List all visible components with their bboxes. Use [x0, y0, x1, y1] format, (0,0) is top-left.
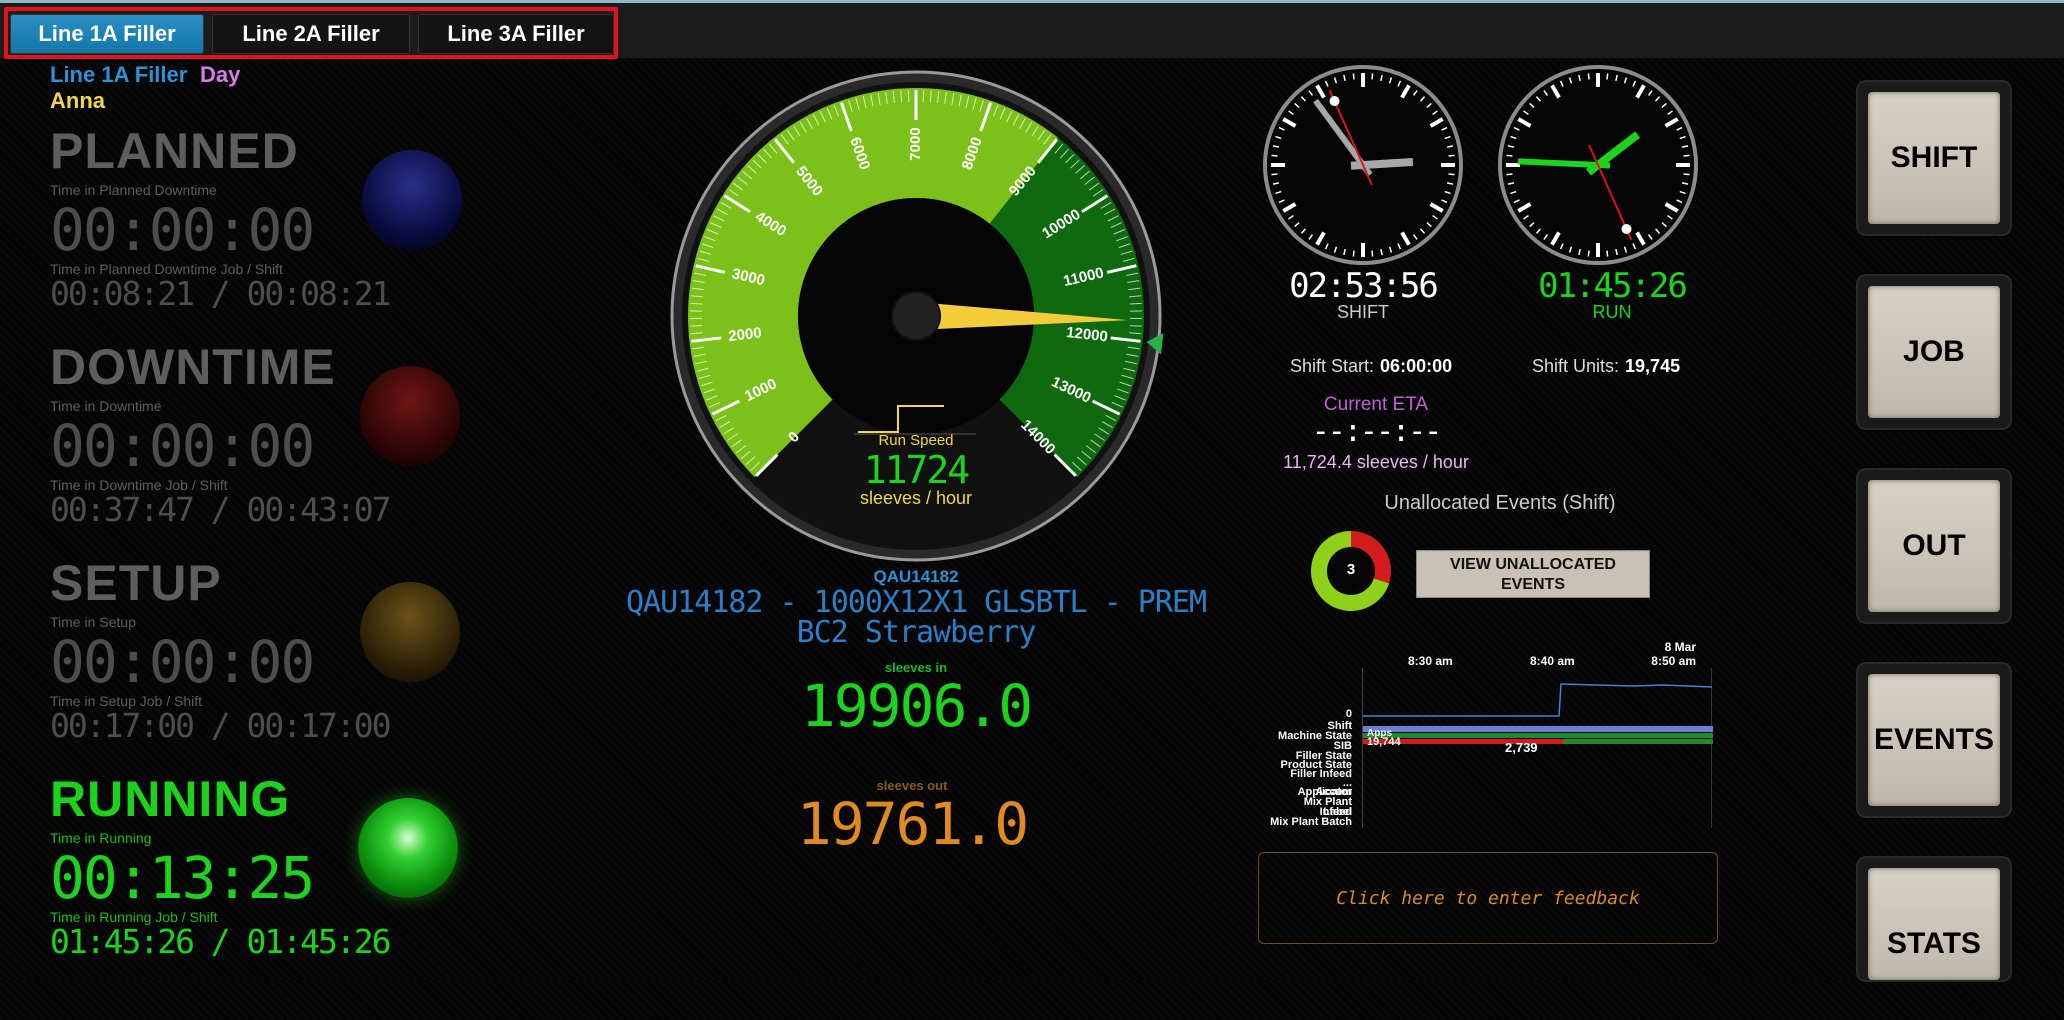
state-job-time: 00:17:00 / 00:17:00 [50, 706, 390, 745]
run-clock-time: 01:45:26 [1502, 266, 1722, 306]
events-button[interactable]: EVENTS [1858, 664, 2010, 816]
state-title: PLANNED [50, 122, 299, 180]
feedback-input[interactable]: Click here to enter feedback [1258, 852, 1718, 944]
state-job-time: 00:08:21 / 00:08:21 [50, 274, 390, 313]
run-clock [1495, 62, 1701, 268]
shift-clock-label: SHIFT [1253, 302, 1473, 323]
timeline-time: 8 Mar 8:50 am [1638, 640, 1696, 668]
planned-led [362, 150, 462, 250]
tab-line-3a[interactable]: Line 3A Filler [418, 14, 614, 54]
sleeves-out-value: 19761.0 [662, 790, 1162, 858]
state-title: RUNNING [50, 770, 290, 828]
downtime-led [360, 366, 460, 466]
tab-line-1a[interactable]: Line 1A Filler [10, 14, 204, 54]
shift-start-value: 06:00:00 [1380, 356, 1452, 376]
out-button[interactable]: OUT [1858, 470, 2010, 622]
view-unallocated-button[interactable]: VIEW UNALLOCATED EVENTS [1416, 550, 1650, 598]
operator-name: Anna [50, 88, 105, 114]
shift-start-label: Shift Start: [1290, 356, 1374, 376]
tab-line-2a[interactable]: Line 2A Filler [212, 14, 410, 54]
out-button-label: OUT [1868, 480, 2000, 612]
job-code: QAU14182 [616, 567, 1216, 587]
state-title: SETUP [50, 554, 222, 612]
timeline-lines [1363, 668, 1713, 828]
shift-clock [1260, 62, 1466, 268]
shift-units-label: Shift Units: [1532, 356, 1619, 376]
sleeves-in-value: 19906.0 [666, 672, 1166, 740]
eta-label: Current ETA [1226, 394, 1526, 416]
shift-button[interactable]: SHIFT [1858, 82, 2010, 234]
job-button[interactable]: JOB [1858, 276, 2010, 428]
shift-units-value: 19,745 [1625, 356, 1680, 376]
timeline-plot: Apps 19,744 2,739 [1362, 668, 1712, 828]
job-button-label: JOB [1868, 286, 2000, 418]
timeline-row-label: Mix Plant Batch [1252, 816, 1352, 828]
line-tabs: Line 1A Filler Line 2A Filler Line 3A Fi… [4, 7, 618, 59]
state-time: 00:00:00 [50, 412, 313, 480]
run-clock-label: RUN [1502, 302, 1722, 323]
running-led [358, 798, 458, 898]
timeline-bar-label: 19,744 [1367, 736, 1401, 748]
timeline-bar-label: 2,739 [1505, 740, 1538, 755]
unallocated-count: 3 [1310, 561, 1392, 578]
top-bar: Line 1A Filler Line 2A Filler Line 3A Fi… [0, 0, 2064, 58]
state-job-time: 01:45:26 / 01:45:26 [50, 922, 390, 961]
line-name: Line 1A Filler [50, 62, 187, 88]
eta-value: --:--:-- [1226, 414, 1526, 449]
state-time: 00:00:00 [50, 196, 313, 264]
run-speed-gauge: 0100020003000400050006000700080009000100… [668, 68, 1164, 564]
run-speed-value: 11724 [766, 448, 1066, 492]
current-rate: 11,724.4 sleeves / hour [1226, 452, 1526, 473]
shift-name: Day [200, 62, 240, 88]
shift-units: Shift Units: 19,745 [1532, 356, 1680, 377]
timeline-time: 8:40 am [1530, 654, 1575, 668]
stats-button-label: STATS [1868, 868, 2000, 980]
state-title: DOWNTIME [50, 338, 336, 396]
timeline-time: 8:30 am [1408, 654, 1453, 668]
gauge-tick-label: 7000 [907, 127, 924, 160]
shift-clock-time: 02:53:56 [1253, 266, 1473, 306]
timeline-row-label: 0 [1252, 708, 1352, 720]
state-job-time: 00:37:47 / 00:43:07 [50, 490, 390, 529]
run-speed-label: Run Speed [766, 432, 1066, 449]
job-description: QAU14182 - 1000X12X1 GLSBTL - PREM BC2 S… [596, 588, 1236, 648]
events-button-label: EVENTS [1868, 674, 2000, 806]
stats-button[interactable]: STATS [1858, 858, 2010, 980]
state-time: 00:00:00 [50, 628, 313, 696]
state-time: 00:13:25 [50, 844, 313, 912]
shift-start: Shift Start: 06:00:00 [1290, 356, 1452, 377]
shift-button-label: SHIFT [1868, 92, 2000, 224]
setup-led [360, 582, 460, 682]
unallocated-title: Unallocated Events (Shift) [1300, 492, 1700, 515]
run-speed-unit: sleeves / hour [766, 488, 1066, 509]
